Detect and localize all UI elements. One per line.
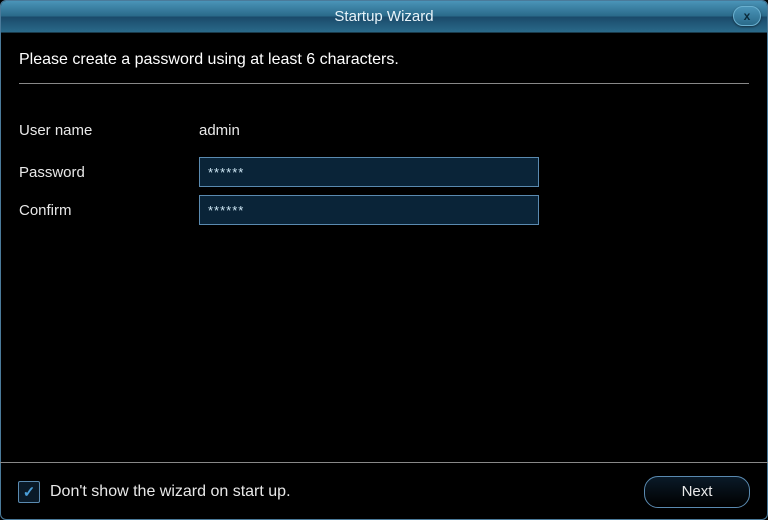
username-label: User name (19, 122, 199, 139)
username-row: User name admin (19, 122, 749, 139)
checkmark-icon: ✓ (23, 483, 36, 501)
titlebar: Startup Wizard x (1, 1, 767, 33)
next-button[interactable]: Next (644, 476, 750, 508)
confirm-input[interactable] (199, 195, 539, 225)
dont-show-checkbox[interactable]: ✓ (18, 481, 40, 503)
window-title: Startup Wizard (334, 8, 433, 25)
confirm-label: Confirm (19, 202, 199, 219)
content-area: Please create a password using at least … (1, 33, 767, 461)
divider (19, 83, 749, 84)
password-label: Password (19, 164, 199, 181)
checkbox-label: Don't show the wizard on start up. (50, 483, 291, 501)
username-value: admin (199, 122, 240, 139)
confirm-row: Confirm (19, 195, 749, 225)
next-button-label: Next (682, 483, 713, 500)
instruction-text: Please create a password using at least … (19, 51, 749, 69)
close-button[interactable]: x (733, 6, 761, 26)
close-icon: x (744, 10, 751, 22)
password-row: Password (19, 157, 749, 187)
password-input[interactable] (199, 157, 539, 187)
checkbox-wrap: ✓ Don't show the wizard on start up. (18, 481, 291, 503)
footer: ✓ Don't show the wizard on start up. Nex… (0, 462, 768, 520)
